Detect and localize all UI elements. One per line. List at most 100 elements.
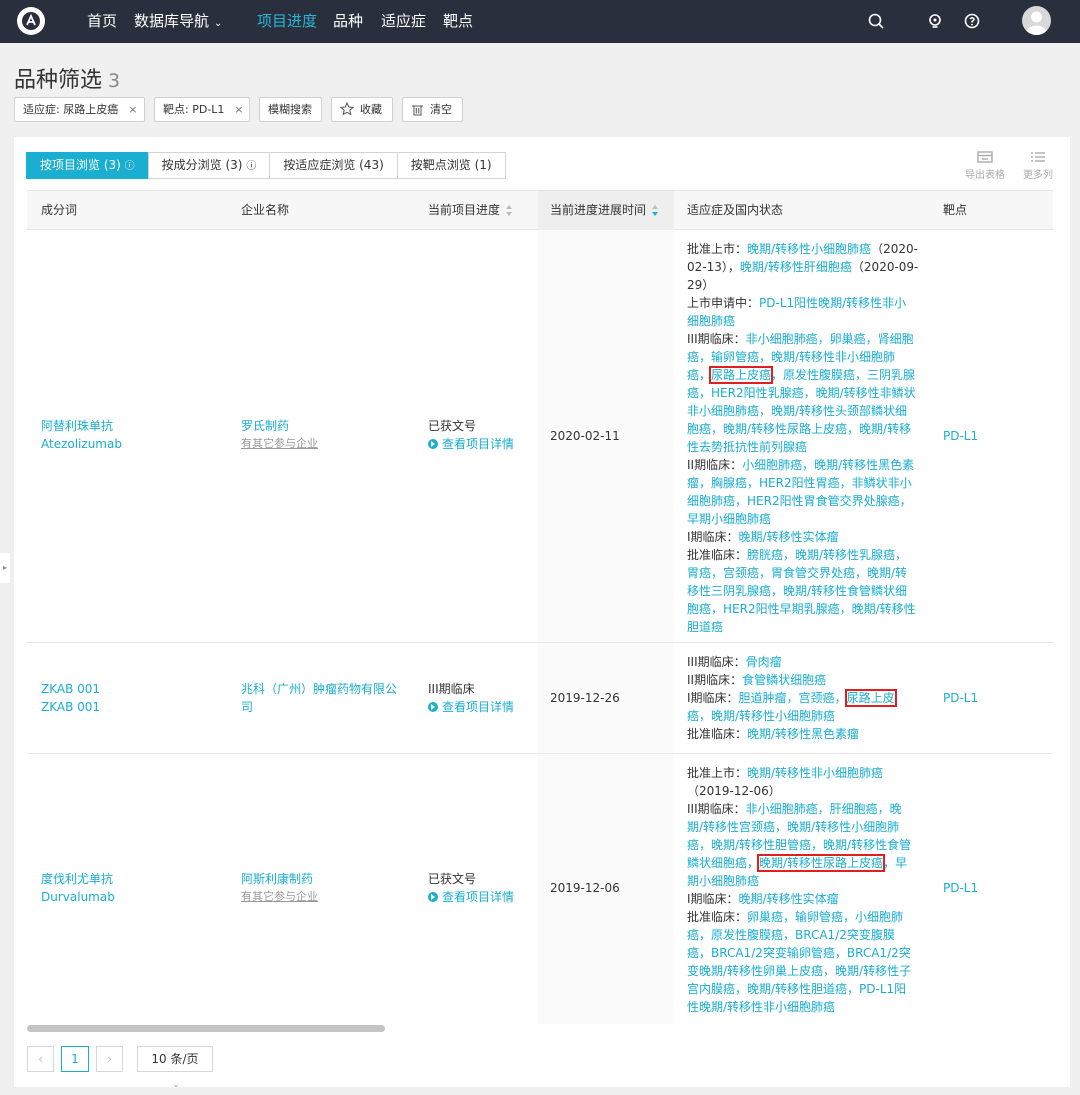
prev-page-button[interactable]: ‹ bbox=[27, 1046, 54, 1072]
indication-link[interactable]: 性去势抵抗性前列腺癌 bbox=[687, 440, 807, 454]
progress-date: 2019-12-06 bbox=[550, 881, 620, 895]
component-name-en[interactable]: ZKAB 001 bbox=[41, 698, 100, 716]
browse-tabs: 按项目浏览 (3) ⓘ 按成分浏览 (3) ⓘ 按适应症浏览 (43) 按靶点浏… bbox=[26, 152, 506, 179]
indication-link[interactable]: 瘤，胸腺癌，HER2阳性胃癌，非鳞状非小 bbox=[687, 476, 912, 490]
indication-link[interactable]: 胆道癌 bbox=[687, 620, 723, 634]
avatar[interactable] bbox=[1022, 6, 1051, 35]
indication-link[interactable]: 早期小细胞肺癌 bbox=[687, 512, 771, 526]
indication-link[interactable]: 晚期/转移性小细胞肺癌 bbox=[747, 242, 871, 256]
indication-link[interactable]: 胆道肿瘤，宫颈癌， bbox=[739, 691, 847, 705]
indication-link[interactable]: 癌，原发性腹膜癌，BRCA1/2突变腹膜 bbox=[687, 928, 895, 942]
component-name-en[interactable]: Atezolizumab bbox=[41, 435, 122, 453]
indication-link[interactable]: 晚期/转移性实体瘤 bbox=[739, 892, 839, 906]
status-label: III期临床： bbox=[687, 802, 746, 816]
indication-link[interactable]: 非小细胞肺癌，卵巢癌，肾细胞 bbox=[746, 332, 914, 346]
company-sub-link[interactable]: 有其它参与企业 bbox=[241, 435, 318, 453]
indication-link[interactable]: 胃癌，宫颈癌，胃食管交界处癌，晚期/转 bbox=[687, 566, 907, 580]
indication-link[interactable]: 非小细胞肺癌，晚期/转移性头颈部鳞状细 bbox=[687, 404, 907, 418]
clear-button[interactable]: 清空 bbox=[402, 97, 463, 122]
bulb-icon[interactable] bbox=[925, 11, 945, 31]
company-name[interactable]: 阿斯利康制药 bbox=[241, 870, 318, 888]
indication-link[interactable]: 期/转移性宫颈癌，晚期/转移性小细胞肺 bbox=[687, 820, 899, 834]
indication-link[interactable]: 性晚期/转移性非小细胞肺癌 bbox=[687, 1000, 835, 1014]
target-link[interactable]: PD-L1 bbox=[943, 879, 978, 897]
indication-link[interactable]: 晚期/转移性黑色素瘤 bbox=[747, 727, 859, 741]
favorite-button[interactable]: 收藏 bbox=[331, 97, 393, 122]
tab-by-indication[interactable]: 按适应症浏览 (43) bbox=[269, 152, 398, 179]
nav-target[interactable]: 靶点 bbox=[443, 0, 473, 43]
indication-link[interactable]: 细胞肺癌，HER2阳性胃食管交界处腺癌， bbox=[687, 494, 912, 508]
indication-link[interactable]: 变晚期/转移性卵巢上皮癌，晚期/转移性子 bbox=[687, 964, 911, 978]
tab-by-target[interactable]: 按靶点浏览 (1) bbox=[396, 152, 506, 179]
company-name-cont[interactable]: 司 bbox=[241, 698, 397, 716]
nav-database[interactable]: 数据库导航 ⌄ bbox=[134, 0, 222, 43]
indication-link[interactable]: 骨肉瘤 bbox=[746, 655, 782, 669]
indication-link[interactable]: 膀胱癌，晚期/转移性乳腺癌， bbox=[747, 548, 907, 562]
fuzzy-search-button[interactable]: 模糊搜索 bbox=[259, 97, 322, 122]
indication-link[interactable]: 小细胞肺癌，晚期/转移性黑色素 bbox=[742, 458, 914, 472]
indication-link[interactable]: 晚期/转移性实体瘤 bbox=[739, 530, 839, 544]
highlighted-indication-link[interactable]: 尿路上皮 bbox=[844, 689, 897, 707]
component-name-en[interactable]: Durvalumab bbox=[41, 888, 115, 906]
project-detail-link[interactable]: 查看项目详情 bbox=[428, 435, 514, 453]
indication-link[interactable]: 癌，晚期/转移性胆管癌，晚期/转移性食管 bbox=[687, 838, 911, 852]
nav-indication[interactable]: 适应症 bbox=[381, 0, 426, 43]
help-icon[interactable] bbox=[962, 11, 982, 31]
indication-link[interactable]: 癌，输卵管癌，晚期/转移性非小细胞肺 bbox=[687, 350, 895, 364]
more-columns-button[interactable]: 更多列 bbox=[1018, 151, 1058, 181]
component-name-cn[interactable]: 阿替利珠单抗 bbox=[41, 417, 122, 435]
target-link[interactable]: PD-L1 bbox=[943, 427, 978, 445]
sidebar-expand-handle[interactable]: ▸ bbox=[0, 553, 10, 583]
export-table-button[interactable]: 导出表格 bbox=[965, 151, 1005, 181]
indication-link[interactable]: 食管鳞状细胞癌 bbox=[742, 673, 826, 687]
highlighted-indication-link[interactable]: 晚期/转移性尿路上皮癌 bbox=[757, 854, 886, 872]
page-size-select[interactable]: 10 条/页 ⌄ bbox=[137, 1046, 213, 1090]
indication-link[interactable]: 移性三阴乳腺癌，晚期/转移性食管鳞状细 bbox=[687, 584, 907, 598]
next-page-button[interactable]: › bbox=[96, 1046, 123, 1072]
indication-link[interactable]: 期小细胞肺癌 bbox=[687, 874, 759, 888]
close-icon[interactable]: × bbox=[128, 103, 137, 116]
status-label: I期临床： bbox=[687, 892, 739, 906]
logo-icon[interactable] bbox=[17, 7, 45, 35]
indication-link[interactable]: 胞癌，HER2阳性早期乳腺癌，晚期/转移性 bbox=[687, 602, 916, 616]
nav-variety[interactable]: 品种 bbox=[333, 0, 363, 43]
highlighted-indication-link[interactable]: 尿路上皮癌 bbox=[709, 366, 774, 384]
indication-link[interactable]: 鳞状细胞癌， bbox=[687, 856, 759, 870]
page-1-button[interactable]: 1 bbox=[61, 1046, 89, 1072]
project-detail-link[interactable]: 查看项目详情 bbox=[428, 698, 514, 716]
company-name[interactable]: 罗氏制药 bbox=[241, 417, 318, 435]
indication-link[interactable]: 晚期/转移性非小细胞肺癌 bbox=[747, 766, 883, 780]
nav-progress[interactable]: 项目进度 bbox=[257, 0, 317, 43]
status-line: 癌，晚期/转移性小细胞肺癌 bbox=[687, 707, 921, 725]
col-header-progress-label: 当前项目进度 bbox=[428, 203, 501, 217]
target-link[interactable]: PD-L1 bbox=[943, 689, 978, 707]
nav-home[interactable]: 首页 bbox=[87, 0, 117, 43]
indication-link[interactable]: 癌，晚期/转移性小细胞肺癌 bbox=[687, 709, 835, 723]
col-header-progress[interactable]: 当前项目进度 bbox=[428, 191, 513, 230]
tab-by-project[interactable]: 按项目浏览 (3) ⓘ bbox=[26, 152, 149, 179]
tab-by-component[interactable]: 按成分浏览 (3) ⓘ bbox=[147, 152, 271, 179]
indication-link[interactable]: ，早 bbox=[883, 856, 907, 870]
status-line: （2019-12-06） bbox=[687, 782, 921, 800]
horizontal-scrollbar[interactable] bbox=[27, 1025, 385, 1032]
indication-link[interactable]: ，原发性腹膜癌，三阴乳腺 bbox=[771, 368, 915, 382]
status-line: II期临床：小细胞肺癌，晚期/转移性黑色素 bbox=[687, 456, 921, 474]
col-header-date[interactable]: 当前进度进展时间 bbox=[538, 191, 674, 230]
project-detail-link[interactable]: 查看项目详情 bbox=[428, 888, 514, 906]
company-sub-link[interactable]: 有其它参与企业 bbox=[241, 888, 318, 906]
company-name[interactable]: 兆科（广州）肿瘤药物有限公 bbox=[241, 680, 397, 698]
indication-link[interactable]: 宫内膜癌，晚期/转移性胆道癌，PD-L1阳 bbox=[687, 982, 906, 996]
search-icon[interactable] bbox=[866, 11, 886, 31]
component-name-cn[interactable]: 度伐利尤单抗 bbox=[41, 870, 115, 888]
component-name-cn[interactable]: ZKAB 001 bbox=[41, 680, 100, 698]
indication-link[interactable]: 癌，BRCA1/2突变输卵管癌，BRCA1/2突 bbox=[687, 946, 911, 960]
indication-link[interactable]: 晚期/转移性肝细胞癌 bbox=[740, 260, 852, 274]
indication-link[interactable]: PD-L1阳性晚期/转移性非小 bbox=[759, 296, 906, 310]
close-icon[interactable]: × bbox=[234, 103, 243, 116]
indication-link[interactable]: 非小细胞肺癌，肝细胞癌，晚 bbox=[746, 802, 902, 816]
indication-link[interactable]: 癌，HER2阳性乳腺癌，晚期/转移性非鳞状 bbox=[687, 386, 916, 400]
indication-link[interactable]: 卵巢癌，输卵管癌，小细胞肺 bbox=[747, 910, 903, 924]
indication-link[interactable]: 细胞肺癌 bbox=[687, 314, 735, 328]
indication-link[interactable]: 癌， bbox=[687, 368, 711, 382]
indication-link[interactable]: 胞癌，晚期/转移性尿路上皮癌，晚期/转移 bbox=[687, 422, 911, 436]
